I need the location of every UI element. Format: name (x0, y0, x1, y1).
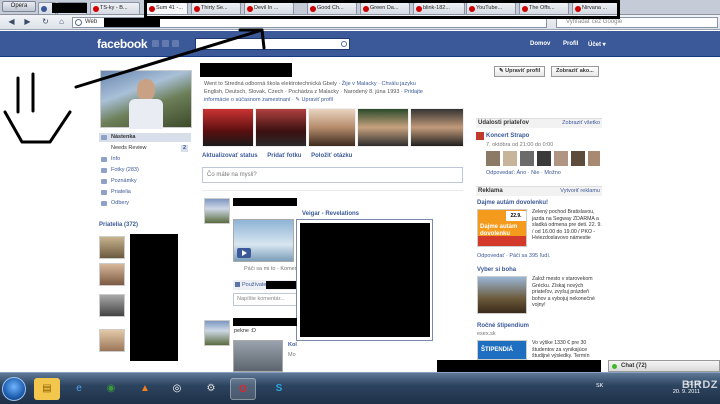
ie-icon[interactable]: e (66, 378, 92, 400)
language-indicator[interactable]: SK (596, 383, 603, 389)
hp-icon[interactable]: ◎ (164, 378, 190, 400)
opera-icon[interactable]: O (230, 378, 256, 400)
steam-icon[interactable]: ⚙ (198, 378, 224, 400)
screen: Opera TS-ky - B... Sum 41 -... Thirty Se… (0, 0, 720, 404)
arrow-line (74, 28, 264, 89)
start-button[interactable] (2, 377, 26, 401)
windows-taskbar: ▤ e ◉ ▲ ◎ ⚙ O S SK 15:14 20. 9. 2011 BIRD… (0, 372, 720, 404)
annotation-drawing (3, 28, 266, 144)
vlc-icon[interactable]: ▲ (132, 378, 158, 400)
chrome-icon[interactable]: ◉ (98, 378, 124, 400)
watermark-logo: BIRDZ (681, 379, 718, 391)
hand-palm-stroke (3, 110, 72, 144)
explorer-icon[interactable]: ▤ (34, 378, 60, 400)
skype-icon[interactable]: S (266, 378, 292, 400)
